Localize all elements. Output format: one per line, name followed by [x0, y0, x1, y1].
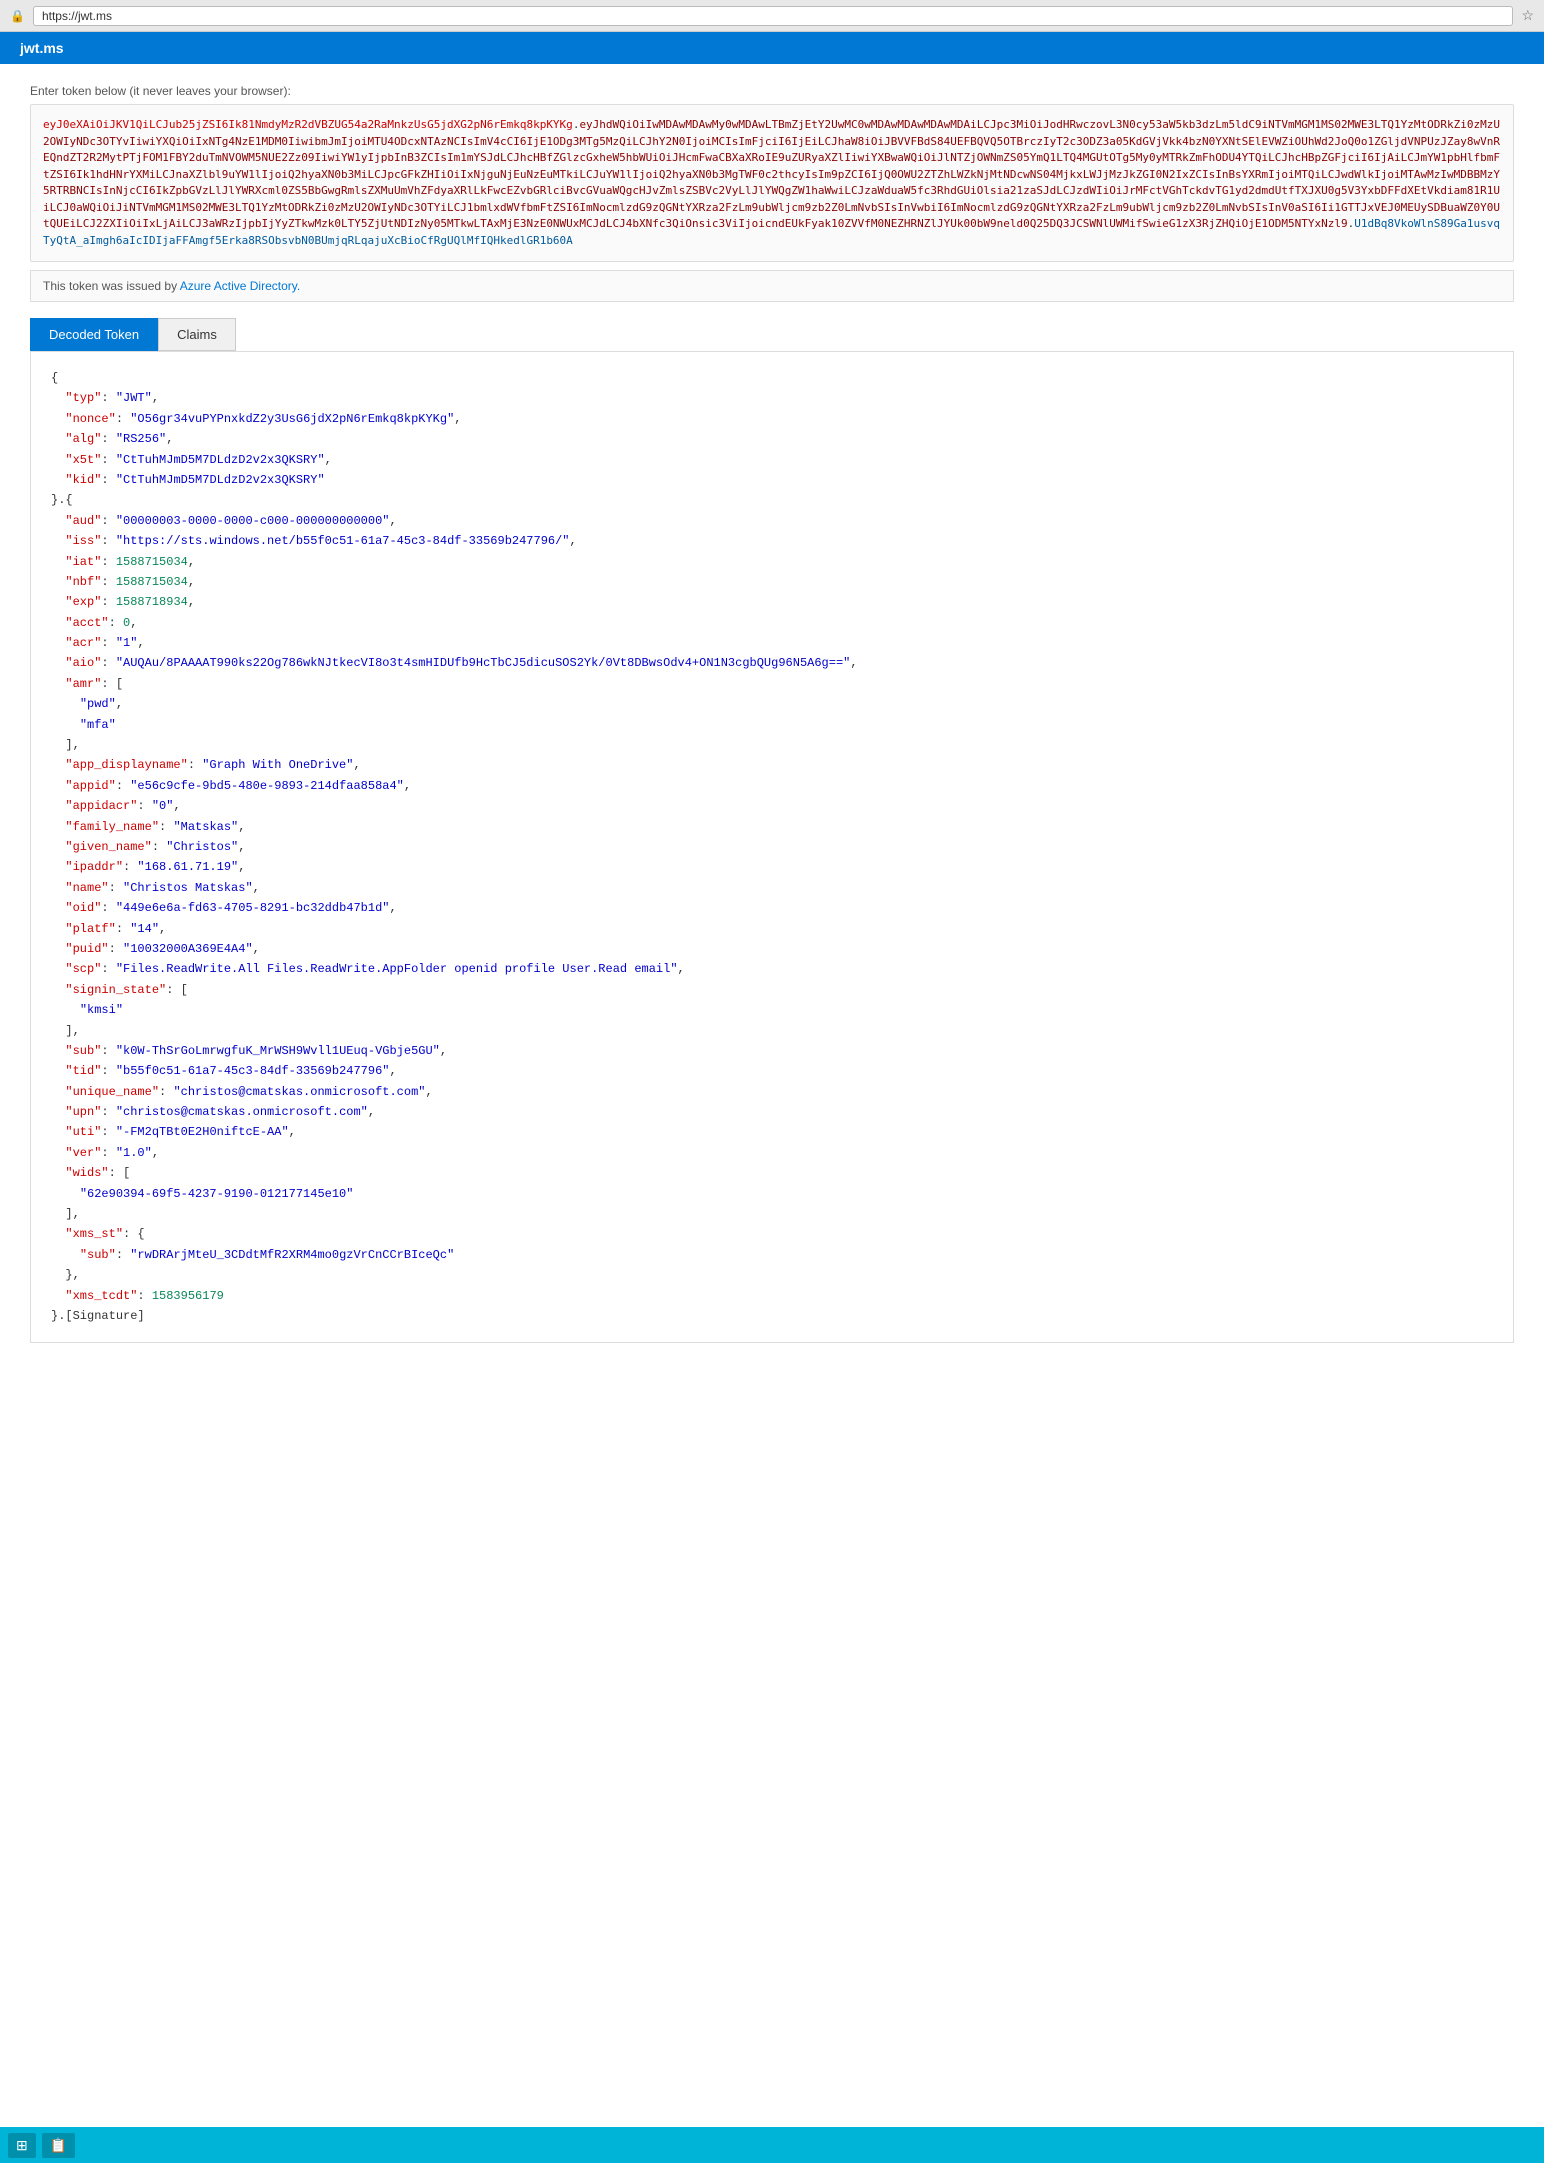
bookmark-icon[interactable]: ☆	[1521, 7, 1534, 24]
tab-decoded-token[interactable]: Decoded Token	[30, 318, 158, 351]
token-input-display[interactable]: eyJ0eXAiOiJKV1QiLCJub25jZSI6Ik81NmdyMzR2…	[30, 104, 1514, 262]
taskbar-btn-1[interactable]: ⊞	[8, 2133, 36, 2158]
lock-icon: 🔒	[10, 9, 25, 23]
issuer-note-text: This token was issued by	[43, 279, 177, 293]
token-label: Enter token below (it never leaves your …	[30, 84, 1514, 98]
browser-chrome: 🔒 https://jwt.ms ☆	[0, 0, 1544, 32]
decoded-json-content: { "typ": "JWT", "nonce": "O56gr34vuPYPnx…	[30, 351, 1514, 1343]
site-header: jwt.ms	[0, 32, 1544, 64]
token-section: Enter token below (it never leaves your …	[30, 84, 1514, 302]
issuer-note: This token was issued by Azure Active Di…	[30, 270, 1514, 302]
taskbar: ⊞ 📋	[0, 2127, 1544, 2163]
taskbar-btn-2[interactable]: 📋	[42, 2133, 75, 2158]
tabs-row: Decoded Token Claims	[30, 318, 1514, 351]
tab-claims[interactable]: Claims	[158, 318, 236, 351]
site-title: jwt.ms	[20, 40, 64, 56]
url-bar[interactable]: https://jwt.ms	[33, 6, 1513, 26]
issuer-link[interactable]: Azure Active Directory.	[180, 279, 300, 293]
tabs-container: Decoded Token Claims	[30, 318, 1514, 351]
page-content: Enter token below (it never leaves your …	[0, 64, 1544, 2159]
